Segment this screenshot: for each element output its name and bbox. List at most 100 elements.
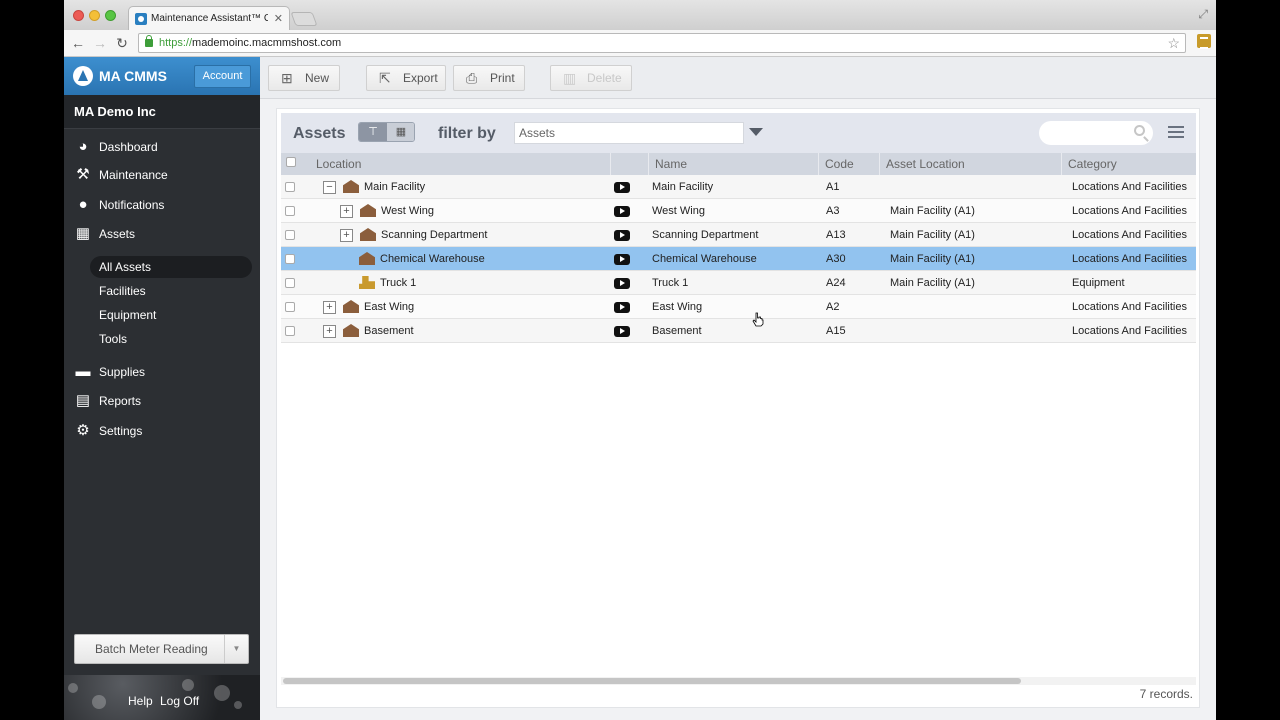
table-row[interactable]: Truck 1 Truck 1 A24 Main Facility (A1) E…	[281, 271, 1196, 295]
browser-window: Maintenance Assistant™ CMMS ✕ ⤢ ← → ↻ ht…	[64, 0, 1216, 720]
sidebar-subitem-tools[interactable]: Tools	[90, 328, 252, 350]
lock-icon	[145, 35, 153, 47]
tree-view-icon[interactable]: ⊤	[359, 123, 387, 141]
trash-icon: ▥	[563, 70, 577, 86]
hand-cursor-icon	[752, 312, 764, 327]
expand-icon[interactable]: +	[340, 229, 353, 242]
tools-icon: ⚒	[76, 166, 90, 183]
cell-name: Scanning Department	[652, 229, 759, 241]
cell-location: West Wing	[381, 205, 434, 217]
video-icon[interactable]	[614, 182, 630, 193]
column-header-video	[611, 153, 649, 175]
table-row[interactable]: + Scanning Department Scanning Departmen…	[281, 223, 1196, 247]
video-icon[interactable]	[614, 326, 630, 337]
bokeh-decoration	[234, 701, 242, 709]
video-icon[interactable]	[614, 230, 630, 241]
row-checkbox[interactable]	[285, 182, 295, 192]
sidebar-item-notifications[interactable]: ● Notifications	[64, 191, 260, 219]
log-off-link[interactable]: Log Off	[160, 694, 199, 708]
horizontal-scrollbar[interactable]	[281, 677, 1196, 685]
search-icon	[1134, 125, 1145, 136]
batch-meter-reading-button[interactable]: Batch Meter Reading ▼	[74, 634, 249, 664]
reload-icon[interactable]: ↻	[112, 34, 132, 52]
video-icon[interactable]	[614, 254, 630, 265]
sidebar-item-settings[interactable]: ⚙ Settings	[64, 417, 260, 445]
window-zoom-button[interactable]	[105, 10, 116, 21]
collapse-icon[interactable]: −	[323, 181, 336, 194]
logo-icon	[73, 66, 93, 86]
search-input[interactable]	[1039, 121, 1153, 145]
cell-location: Truck 1	[380, 277, 417, 289]
column-header-name[interactable]: Name	[649, 153, 819, 175]
expand-icon[interactable]: +	[323, 301, 336, 314]
expand-icon[interactable]: +	[340, 205, 353, 218]
add-icon: ⊞	[281, 70, 293, 86]
new-tab-button[interactable]	[290, 12, 318, 26]
video-icon[interactable]	[614, 206, 630, 217]
export-button[interactable]: ⇱ Export	[366, 65, 446, 91]
cell-name: East Wing	[652, 301, 703, 313]
forward-arrow-icon[interactable]: →	[90, 34, 110, 52]
printer-icon: ⎙	[466, 70, 478, 86]
cell-code: A15	[826, 325, 846, 337]
new-button[interactable]: ⊞ New	[268, 65, 340, 91]
grid-view-icon[interactable]: ▦	[387, 123, 414, 141]
view-toggle: ⊤ ▦	[358, 122, 415, 142]
column-header-category[interactable]: Category	[1062, 153, 1196, 175]
window-minimize-button[interactable]	[89, 10, 100, 21]
caret-down-icon[interactable]	[749, 128, 763, 136]
bokeh-decoration	[214, 685, 230, 701]
table-row-selected[interactable]: Chemical Warehouse Chemical Warehouse A3…	[281, 247, 1196, 271]
bookmark-star-icon[interactable]: ☆	[1167, 34, 1180, 52]
select-all-checkbox[interactable]	[286, 157, 296, 167]
table-row[interactable]: − Main Facility Main Facility A1 Locatio…	[281, 175, 1196, 199]
cell-name: Main Facility	[652, 181, 714, 193]
table-row[interactable]: + West Wing West Wing A3 Main Facility (…	[281, 199, 1196, 223]
row-checkbox[interactable]	[285, 254, 295, 264]
panel-title: Assets	[293, 125, 346, 142]
fullscreen-icon[interactable]: ⤢	[1198, 7, 1208, 22]
filter-label: filter by	[438, 125, 496, 142]
chevron-down-icon[interactable]: ▼	[224, 635, 248, 663]
column-header-asset-location[interactable]: Asset Location	[880, 153, 1062, 175]
filter-select[interactable]: Assets	[514, 122, 744, 144]
tab-close-icon[interactable]: ✕	[268, 12, 289, 25]
browser-tab[interactable]: Maintenance Assistant™ CMMS ✕	[128, 6, 290, 30]
scrollbar-thumb[interactable]	[283, 678, 1021, 684]
table-row[interactable]: + Basement Basement A15 Locations And Fa…	[281, 319, 1196, 343]
row-checkbox[interactable]	[285, 230, 295, 240]
column-header-code[interactable]: Code	[819, 153, 880, 175]
sidebar-item-dashboard[interactable]: ◕ Dashboard	[64, 133, 260, 161]
browser-menu-icon[interactable]	[1197, 34, 1211, 49]
cell-category: Locations And Facilities	[1072, 253, 1187, 265]
address-bar[interactable]: https://mademoinc.macmmshost.com ☆	[138, 33, 1186, 53]
sidebar-subitem-equipment[interactable]: Equipment	[90, 304, 252, 326]
print-button[interactable]: ⎙ Print	[453, 65, 525, 91]
help-link[interactable]: Help	[128, 694, 153, 708]
column-header-location[interactable]: Location	[310, 153, 611, 175]
row-checkbox[interactable]	[285, 206, 295, 216]
sidebar-item-assets[interactable]: ▦ Assets	[64, 220, 260, 248]
column-list-icon[interactable]	[1168, 126, 1184, 140]
back-arrow-icon[interactable]: ←	[68, 34, 88, 52]
video-icon[interactable]	[614, 302, 630, 313]
table-row[interactable]: + East Wing East Wing A2 Locations And F…	[281, 295, 1196, 319]
window-close-button[interactable]	[73, 10, 84, 21]
cell-location: East Wing	[364, 301, 415, 313]
sidebar-subitem-facilities[interactable]: Facilities	[90, 280, 252, 302]
row-checkbox[interactable]	[285, 326, 295, 336]
batch-meter-reading-label: Batch Meter Reading	[95, 642, 208, 656]
expand-icon[interactable]: +	[323, 325, 336, 338]
delete-button[interactable]: ▥ Delete	[550, 65, 632, 91]
panel-header: Assets ⊤ ▦ filter by Assets	[281, 113, 1196, 153]
sidebar-subitem-all-assets[interactable]: All Assets	[90, 256, 252, 278]
cell-asset-location: Main Facility (A1)	[890, 229, 975, 241]
sidebar-item-supplies[interactable]: ▬ Supplies	[64, 358, 260, 386]
cell-category: Locations And Facilities	[1072, 229, 1187, 241]
account-button[interactable]: Account	[194, 65, 251, 88]
video-icon[interactable]	[614, 278, 630, 289]
sidebar-item-reports[interactable]: ▤ Reports	[64, 387, 260, 415]
sidebar-item-maintenance[interactable]: ⚒ Maintenance	[64, 161, 260, 189]
row-checkbox[interactable]	[285, 302, 295, 312]
row-checkbox[interactable]	[285, 278, 295, 288]
